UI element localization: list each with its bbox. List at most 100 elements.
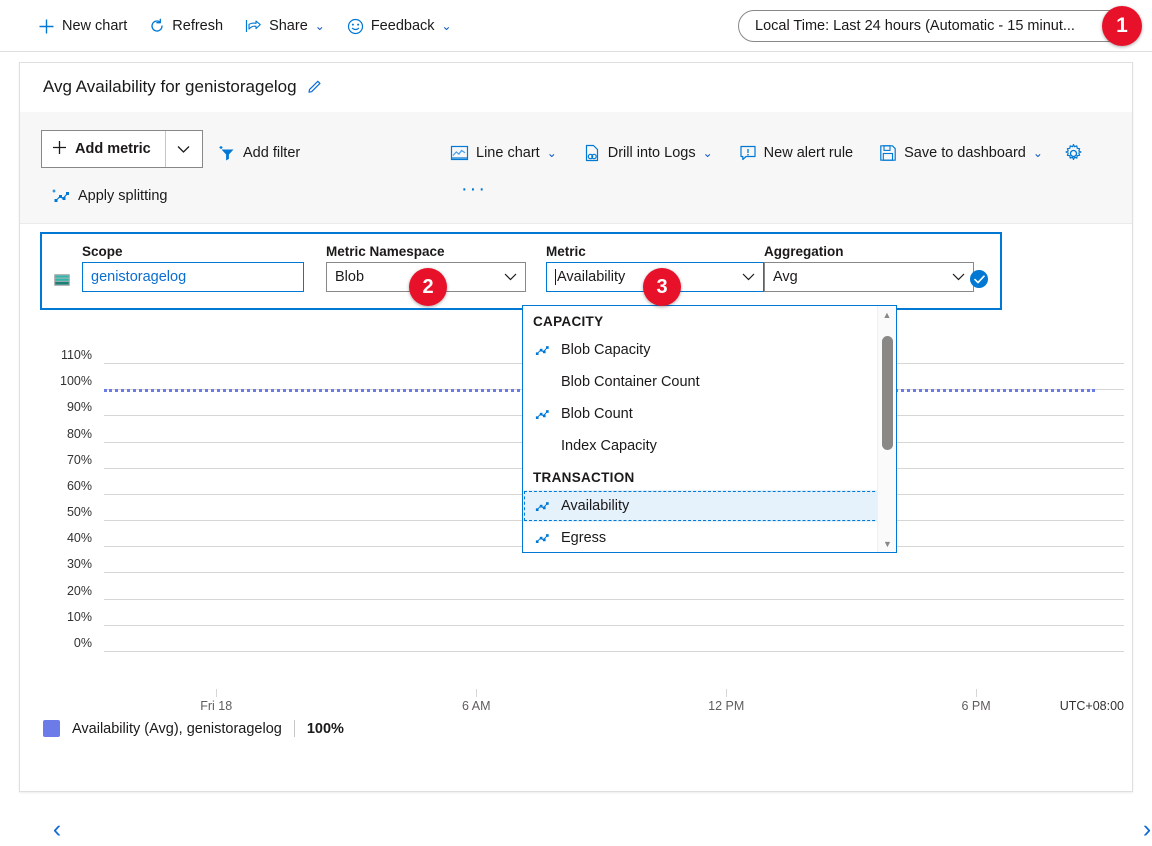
refresh-icon xyxy=(149,18,165,34)
x-axis-tick-mark xyxy=(216,689,218,697)
x-axis-tick-label: Fri 18 xyxy=(200,699,233,713)
scope-input[interactable]: genistoragelog xyxy=(82,262,304,292)
metric-namespace-label: Metric Namespace xyxy=(326,244,445,259)
chevron-down-icon[interactable]: ⌄ xyxy=(703,146,713,160)
add-filter-button[interactable]: Add filter xyxy=(212,136,306,170)
y-axis-tick-label: 90% xyxy=(66,400,92,415)
gridline xyxy=(104,572,1124,574)
page-title: Avg Availability for genistoragelog xyxy=(43,77,297,96)
gear-icon[interactable] xyxy=(1063,143,1084,164)
gridline xyxy=(104,651,1124,652)
add-metric-button[interactable]: Add metric xyxy=(42,131,165,167)
refresh-label: Refresh xyxy=(172,18,224,34)
aggregation-dropdown[interactable]: Avg xyxy=(764,262,974,292)
aggregation-label: Aggregation xyxy=(764,244,844,259)
smiley-icon xyxy=(347,18,364,35)
chevron-down-icon[interactable]: ⌄ xyxy=(1033,146,1043,160)
x-axis-tick-mark xyxy=(726,689,728,697)
y-axis-tick-label: 40% xyxy=(66,531,92,546)
chevron-down-icon[interactable] xyxy=(736,270,755,284)
dropdown-option[interactable]: Blob Count xyxy=(523,398,896,430)
pencil-icon[interactable] xyxy=(306,78,324,96)
dropdown-option[interactable]: Blob Container Count xyxy=(523,366,896,398)
callout-badge-3: 3 xyxy=(643,268,681,306)
scrollbar-thumb[interactable] xyxy=(882,336,893,450)
chart-type-label: Line chart xyxy=(476,145,540,161)
metric-icon xyxy=(533,343,552,358)
chart-type-button[interactable]: Line chart ⌄ xyxy=(444,136,563,170)
scroll-up-arrow[interactable]: ▲ xyxy=(878,306,896,323)
dropdown-option[interactable]: Availability xyxy=(523,490,896,522)
chevron-down-icon[interactable] xyxy=(946,270,965,284)
dropdown-option[interactable]: Blob Capacity xyxy=(523,334,896,366)
chart-toolbar: Add metric Add filter Apply splitting Li… xyxy=(20,112,1132,224)
drill-into-logs-label: Drill into Logs xyxy=(607,145,696,161)
plus-icon xyxy=(38,18,55,35)
dropdown-option-label: Index Capacity xyxy=(561,438,657,454)
metric-selector-panel: Scope genistoragelog Metric Namespace Bl… xyxy=(40,232,1002,310)
new-chart-button[interactable]: New chart xyxy=(32,9,133,43)
legend-color-swatch[interactable] xyxy=(43,720,60,737)
next-chart-arrow[interactable]: › xyxy=(1136,812,1152,846)
time-range-picker[interactable]: Local Time: Last 24 hours (Automatic - 1… xyxy=(738,10,1128,42)
metric-icon xyxy=(533,407,552,422)
metric-options-dropdown: CAPACITY Blob Capacity Blob Container Coun… xyxy=(522,305,897,553)
metric-label: Metric xyxy=(546,244,586,259)
chevron-down-icon[interactable]: ⌄ xyxy=(442,19,452,33)
add-metric-label: Add metric xyxy=(75,141,151,157)
save-to-dashboard-label: Save to dashboard xyxy=(904,145,1026,161)
share-icon xyxy=(245,18,262,34)
callout-badge-2: 2 xyxy=(409,268,447,306)
feedback-button[interactable]: Feedback ⌄ xyxy=(341,9,458,43)
x-axis-tick-mark xyxy=(476,689,478,697)
add-filter-label: Add filter xyxy=(243,145,301,161)
apply-splitting-button[interactable]: Apply splitting xyxy=(46,179,173,213)
previous-chart-arrow[interactable]: ‹ xyxy=(46,812,68,846)
y-axis-tick-label: 20% xyxy=(66,583,92,598)
time-range-label: Local Time: Last 24 hours (Automatic - 1… xyxy=(755,18,1075,34)
metric-icon xyxy=(533,499,552,514)
x-axis-tick-label: 12 PM xyxy=(708,699,745,713)
x-axis-tick-label: 6 AM xyxy=(462,699,491,713)
top-command-bar: New chart Refresh Share ⌄ Feedback ⌄ Loc… xyxy=(0,0,1152,52)
dropdown-option-label: Availability xyxy=(561,498,630,514)
chevron-down-icon[interactable] xyxy=(498,270,517,284)
scope-value: genistoragelog xyxy=(91,269,187,285)
save-icon xyxy=(879,144,897,162)
scope-field: Scope genistoragelog xyxy=(82,244,304,292)
command-group: New chart Refresh Share ⌄ Feedback ⌄ xyxy=(32,9,458,43)
gridline xyxy=(104,598,1124,600)
dropdown-option[interactable]: Egress xyxy=(523,522,896,552)
dropdown-option-label: Blob Container Count xyxy=(561,374,700,390)
timezone-label: UTC+08:00 xyxy=(1059,699,1124,713)
chart-legend: Availability (Avg), genistoragelog 100% xyxy=(43,720,344,737)
dropdown-option-label: Blob Count xyxy=(561,406,633,422)
save-to-dashboard-button[interactable]: Save to dashboard ⌄ xyxy=(873,136,1049,170)
refresh-button[interactable]: Refresh xyxy=(143,9,229,43)
chart-toolbar-right-group: Line chart ⌄ Drill into Logs ⌄ New alert… xyxy=(444,136,1084,170)
legend-label: Availability (Avg), genistoragelog xyxy=(72,720,282,737)
share-label: Share xyxy=(269,18,308,34)
scope-label: Scope xyxy=(82,244,123,259)
chevron-down-icon xyxy=(177,145,190,153)
chevron-down-icon[interactable]: ⌄ xyxy=(315,19,325,33)
dropdown-group-header: TRANSACTION xyxy=(533,470,635,485)
new-alert-rule-label: New alert rule xyxy=(763,145,854,161)
text-caret xyxy=(555,269,556,285)
add-metric-dropdown-toggle[interactable] xyxy=(164,131,202,167)
callout-badge-1: 1 xyxy=(1102,6,1142,46)
y-axis-tick-label: 70% xyxy=(66,452,92,467)
alert-icon xyxy=(739,144,757,162)
dropdown-scrollbar[interactable]: ▲ ▼ xyxy=(877,306,896,552)
drill-into-logs-button[interactable]: Drill into Logs ⌄ xyxy=(577,136,719,170)
share-button[interactable]: Share ⌄ xyxy=(239,9,331,43)
aggregation-field: Aggregation Avg xyxy=(764,244,974,292)
scroll-down-arrow[interactable]: ▼ xyxy=(878,535,896,552)
apply-metric-button[interactable] xyxy=(970,270,988,288)
new-alert-rule-button[interactable]: New alert rule xyxy=(733,136,859,170)
chevron-down-icon[interactable]: ⌄ xyxy=(547,146,557,160)
line-chart-icon xyxy=(450,144,469,162)
drill-logs-icon xyxy=(583,144,601,162)
dropdown-option[interactable]: Index Capacity xyxy=(523,430,896,462)
more-options-button[interactable]: ··· xyxy=(461,179,487,199)
